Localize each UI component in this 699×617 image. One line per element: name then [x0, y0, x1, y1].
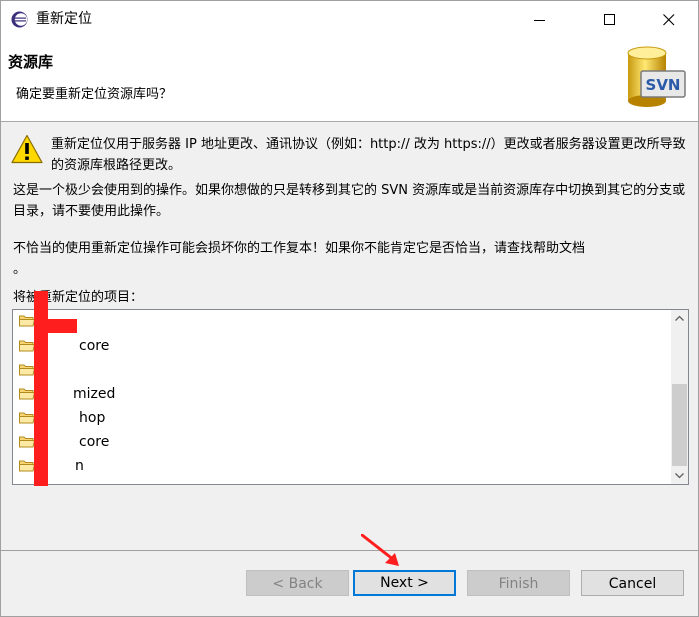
warning-message: 重新定位仅用于服务器 IP 地址更改、通讯协议（例如：http:// 改为 ht…	[51, 137, 686, 173]
maximize-icon	[604, 14, 615, 25]
eclipse-app-icon	[11, 11, 28, 28]
scroll-down-button[interactable]	[671, 467, 688, 484]
list-item[interactable]: n	[17, 455, 657, 477]
folder-icon	[19, 388, 35, 400]
svn-repository-logo: SVN	[627, 46, 686, 107]
close-button[interactable]	[646, 1, 692, 37]
minimize-icon	[534, 20, 545, 21]
chevron-down-icon	[675, 473, 684, 479]
list-item[interactable]: mized	[17, 383, 657, 405]
annotation-arrow-icon	[361, 534, 399, 566]
back-button[interactable]: < Back	[246, 570, 349, 596]
redaction-mark	[43, 319, 77, 333]
list-item[interactable]: hop	[17, 407, 657, 429]
caution-paragraph-tail: 。	[13, 262, 27, 277]
list-item-label: hop	[79, 410, 106, 426]
page-title: 资源库	[8, 53, 54, 71]
list-item-label: mized	[73, 386, 116, 402]
folder-icon	[19, 412, 35, 424]
scroll-thumb[interactable]	[672, 384, 687, 466]
cancel-button[interactable]: Cancel	[581, 570, 684, 596]
list-item-label: core	[79, 338, 110, 354]
window-title: 重新定位	[36, 11, 92, 27]
wizard-header: 资源库 确定要重新定位资源库吗？ SVN	[1, 37, 698, 122]
scroll-up-button[interactable]	[671, 310, 688, 327]
list-scrollbar[interactable]	[671, 310, 688, 484]
list-item[interactable]	[17, 310, 657, 332]
list-item[interactable]: core	[17, 335, 657, 357]
svn-logo-text: SVN	[646, 76, 681, 94]
list-item[interactable]	[17, 359, 657, 381]
folder-icon	[19, 460, 35, 472]
folder-icon	[19, 340, 35, 352]
folder-icon	[19, 315, 35, 327]
finish-button[interactable]: Finish	[467, 570, 570, 596]
relocate-dialog: 重新定位 资源库 确定要重新定位资源库吗？ SVN 重新定位仅用于服务器 IP …	[0, 0, 699, 617]
list-item[interactable]: core	[17, 431, 657, 453]
footer-separator	[1, 550, 698, 551]
warning-icon	[11, 134, 43, 164]
caution-paragraph: 不恰当的使用重新定位操作可能会损坏你的工作复本！如果你不能肯定它是否恰当，请查找…	[13, 241, 586, 256]
projects-list-label: 将被重新定位的项目：	[13, 290, 144, 305]
list-item-label: core	[79, 434, 110, 450]
next-button[interactable]: Next >	[353, 570, 456, 596]
folder-icon	[19, 364, 35, 376]
page-description: 确定要重新定位资源库吗？	[16, 87, 173, 102]
info-paragraph: 这是一个极少会使用到的操作。如果你想做的只是转移到其它的 SVN 资源库或是当前…	[13, 183, 686, 219]
folder-icon	[19, 436, 35, 448]
maximize-button[interactable]	[587, 1, 633, 37]
minimize-button[interactable]	[517, 1, 563, 37]
close-icon	[663, 14, 675, 26]
list-item-label: n	[75, 458, 84, 474]
projects-list[interactable]: core mized hop core n	[12, 309, 689, 485]
chevron-up-icon	[675, 315, 684, 321]
title-bar: 重新定位	[1, 1, 698, 37]
